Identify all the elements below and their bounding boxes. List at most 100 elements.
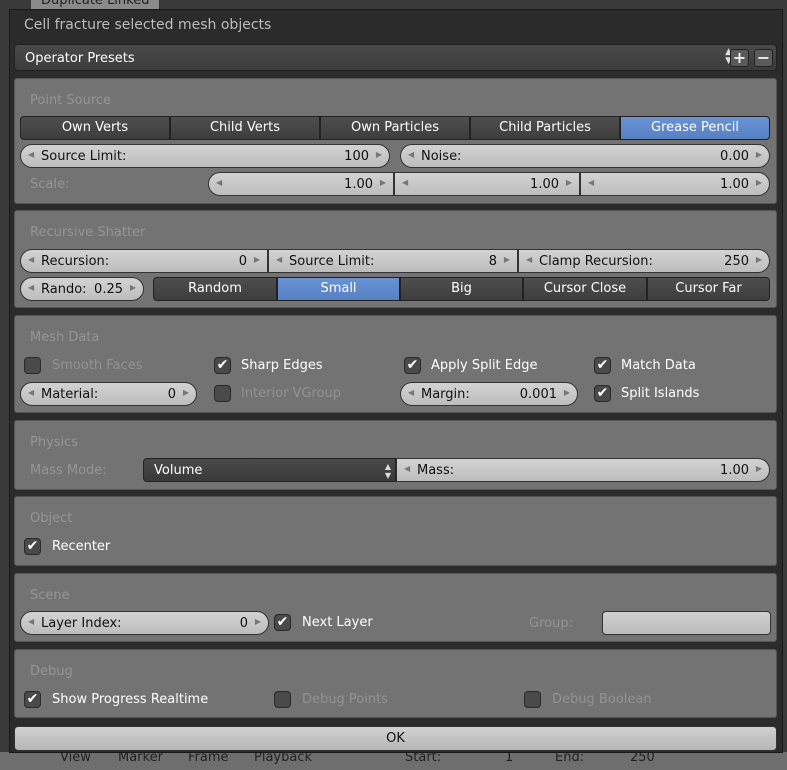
scale-z-field[interactable]: ◀ 1.00 ▶	[580, 172, 770, 196]
sharp-edges-label: Sharp Edges	[241, 358, 323, 373]
debug-points-checkbox[interactable]	[274, 691, 291, 708]
field-value: 0	[238, 254, 247, 269]
dialog-title: Cell fracture selected mesh objects	[24, 17, 272, 33]
interior-vgroup-checkbox[interactable]	[214, 385, 231, 402]
smooth-faces-checkbox[interactable]	[24, 357, 41, 374]
remove-preset-button[interactable]: −	[754, 49, 773, 67]
field-value: 100	[344, 149, 369, 164]
increment-arrow-icon[interactable]: ▶	[756, 150, 762, 159]
field-value: 1.00	[720, 177, 749, 192]
sharp-edges-checkbox[interactable]: ✔	[214, 357, 231, 374]
layer-index-field[interactable]: ◀ Layer Index: 0 ▶	[20, 611, 269, 635]
mass-mode-dropdown[interactable]: Volume ▲ ▼	[143, 458, 396, 482]
option-child-particles[interactable]: Child Particles	[470, 116, 620, 140]
decrement-arrow-icon[interactable]: ◀	[28, 150, 34, 159]
option-random[interactable]: Random	[153, 277, 277, 301]
next-layer-checkbox[interactable]: ✔	[274, 614, 291, 631]
increment-arrow-icon[interactable]: ▶	[255, 617, 261, 626]
field-label: Clamp Recursion:	[539, 254, 653, 269]
recursive-shatter-header: Recursive Shatter	[30, 225, 146, 240]
source-limit-field[interactable]: ◀ Source Limit: 100 ▶	[20, 144, 390, 168]
decrement-arrow-icon[interactable]: ◀	[216, 178, 222, 187]
ok-button[interactable]: OK	[14, 726, 777, 751]
physics-header: Physics	[30, 435, 79, 450]
material-field[interactable]: ◀ Material: 0 ▶	[20, 382, 197, 406]
mass-field[interactable]: ◀ Mass: 1.00 ▶	[396, 458, 770, 482]
recenter-checkbox[interactable]: ✔	[24, 538, 41, 555]
field-label: Mass:	[417, 463, 455, 478]
add-preset-button[interactable]: +	[730, 49, 749, 67]
decrement-arrow-icon[interactable]: ◀	[28, 255, 34, 264]
field-label: Source Limit:	[41, 149, 127, 164]
increment-arrow-icon[interactable]: ▶	[380, 178, 386, 187]
decrement-arrow-icon[interactable]: ◀	[28, 283, 34, 292]
option-cursor-close[interactable]: Cursor Close	[523, 277, 647, 301]
object-header: Object	[30, 511, 73, 526]
operator-presets-dropdown[interactable]: Operator Presets ▲ ▼	[14, 44, 777, 71]
split-islands-label: Split Islands	[621, 386, 700, 401]
decrement-arrow-icon[interactable]: ◀	[526, 255, 532, 264]
apply-split-edge-checkbox[interactable]: ✔	[404, 357, 421, 374]
noise-field[interactable]: ◀ Noise: 0.00 ▶	[400, 144, 770, 168]
debug-boolean-checkbox[interactable]	[524, 691, 541, 708]
increment-arrow-icon[interactable]: ▶	[756, 464, 762, 473]
increment-arrow-icon[interactable]: ▶	[183, 388, 189, 397]
show-progress-checkbox[interactable]: ✔	[24, 691, 41, 708]
split-islands-checkbox[interactable]: ✔	[594, 385, 611, 402]
increment-arrow-icon[interactable]: ▶	[756, 255, 762, 264]
recursive-source-limit-field[interactable]: ◀ Source Limit: 8 ▶	[268, 249, 518, 273]
decrement-arrow-icon[interactable]: ◀	[28, 617, 34, 626]
recursion-field[interactable]: ◀ Recursion: 0 ▶	[20, 249, 268, 273]
field-label: Recursion:	[41, 254, 110, 269]
rando-field[interactable]: ◀ Rando: 0.25 ▶	[20, 277, 144, 301]
increment-arrow-icon[interactable]: ▶	[756, 178, 762, 187]
option-cursor-far[interactable]: Cursor Far	[647, 277, 770, 301]
increment-arrow-icon[interactable]: ▶	[504, 255, 510, 264]
group-field[interactable]	[602, 611, 771, 635]
increment-arrow-icon[interactable]: ▶	[566, 178, 572, 187]
field-value: 0.00	[720, 149, 749, 164]
mass-mode-label: Mass Mode:	[30, 463, 107, 478]
apply-split-edge-label: Apply Split Edge	[431, 358, 538, 373]
panel-object	[14, 496, 777, 566]
field-value: 1.00	[720, 463, 749, 478]
decrement-arrow-icon[interactable]: ◀	[276, 255, 282, 264]
decrement-arrow-icon[interactable]: ◀	[28, 388, 34, 397]
increment-arrow-icon[interactable]: ▶	[254, 255, 260, 264]
field-label: Rando:	[41, 282, 87, 297]
group-label: Group:	[529, 616, 573, 631]
smooth-faces-label: Smooth Faces	[52, 358, 143, 373]
option-big[interactable]: Big	[400, 277, 523, 301]
increment-arrow-icon[interactable]: ▶	[130, 283, 136, 292]
scale-x-field[interactable]: ◀ 1.00 ▶	[208, 172, 394, 196]
field-value: 8	[488, 254, 497, 269]
clamp-recursion-field[interactable]: ◀ Clamp Recursion: 250 ▶	[518, 249, 770, 273]
debug-header: Debug	[30, 664, 73, 679]
decrement-arrow-icon[interactable]: ◀	[588, 178, 594, 187]
field-value: 1.00	[344, 177, 373, 192]
option-grease-pencil[interactable]: Grease Pencil	[620, 116, 770, 140]
decrement-arrow-icon[interactable]: ◀	[402, 178, 408, 187]
field-value: 250	[724, 254, 749, 269]
field-label: Noise:	[421, 149, 462, 164]
decrement-arrow-icon[interactable]: ◀	[408, 388, 414, 397]
margin-field[interactable]: ◀ Margin: 0.001 ▶	[400, 382, 578, 406]
increment-arrow-icon[interactable]: ▶	[376, 150, 382, 159]
match-data-checkbox[interactable]: ✔	[594, 357, 611, 374]
increment-arrow-icon[interactable]: ▶	[564, 388, 570, 397]
scale-y-field[interactable]: ◀ 1.00 ▶	[394, 172, 580, 196]
option-own-particles[interactable]: Own Particles	[320, 116, 470, 140]
decrement-arrow-icon[interactable]: ◀	[408, 150, 414, 159]
interior-vgroup-label: Interior VGroup	[241, 386, 342, 401]
option-own-verts[interactable]: Own Verts	[20, 116, 170, 140]
option-small[interactable]: Small	[277, 277, 400, 301]
debug-points-label: Debug Points	[302, 692, 388, 707]
option-child-verts[interactable]: Child Verts	[170, 116, 320, 140]
field-label: Material:	[41, 387, 99, 402]
mass-mode-value: Volume	[154, 463, 203, 478]
field-value: 0	[239, 616, 248, 631]
decrement-arrow-icon[interactable]: ◀	[404, 464, 410, 473]
recenter-label: Recenter	[52, 539, 111, 554]
field-value: 0	[167, 387, 176, 402]
scale-label: Scale:	[30, 177, 70, 192]
